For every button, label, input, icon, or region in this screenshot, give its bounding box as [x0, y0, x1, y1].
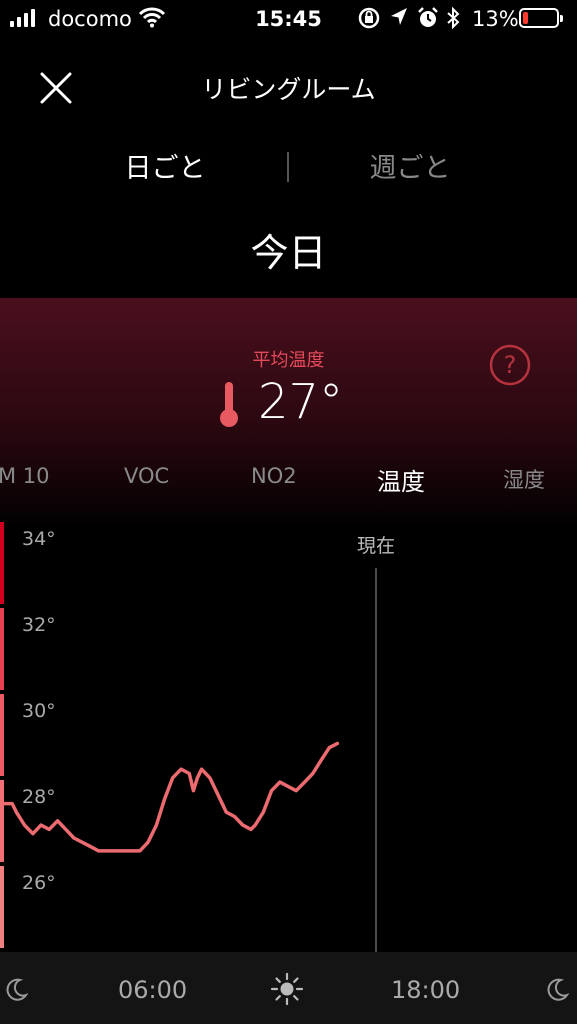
tab-temperature[interactable]: 温度 — [377, 462, 425, 497]
time-label-morning: 06:00 — [118, 976, 188, 1004]
y-axis-band — [0, 608, 4, 690]
y-tick-label: 34° — [22, 528, 56, 550]
moon-icon — [547, 978, 569, 1001]
y-tick-label: 32° — [22, 614, 56, 636]
bluetooth-icon — [447, 6, 460, 30]
y-axis-band — [0, 522, 4, 604]
battery-percent: 13% — [472, 7, 519, 31]
y-axis-band — [0, 780, 4, 862]
tab-voc[interactable]: VOC — [124, 464, 169, 488]
sun-icon — [270, 972, 304, 1006]
y-tick-label: 28° — [22, 786, 56, 808]
help-icon[interactable]: ? — [489, 344, 531, 386]
page-title: リビングルーム — [201, 75, 376, 104]
segment-divider — [287, 152, 289, 182]
y-tick-label: 26° — [22, 872, 56, 894]
tab-daily[interactable]: 日ごと — [60, 146, 270, 185]
tab-humidity[interactable]: 湿度 — [503, 464, 545, 494]
thermometer-icon — [220, 382, 238, 427]
svg-text:?: ? — [504, 351, 517, 379]
rotation-lock-icon — [358, 7, 380, 29]
alarm-icon — [418, 7, 438, 27]
location-icon — [391, 8, 407, 25]
average-value: 27° — [258, 374, 344, 430]
status-bar: docomo 15:45 13% — [0, 0, 577, 40]
now-label: 現在 — [357, 535, 395, 557]
time-label-evening: 18:00 — [391, 976, 461, 1004]
moon-icon — [6, 978, 28, 1001]
metric-tabs: M 10 VOC NO2 温度 湿度 — [0, 462, 577, 497]
temperature-chart: 34° 32° 30° 28° 26° 現在 — [0, 522, 395, 952]
tab-weekly[interactable]: 週ごと — [305, 146, 515, 185]
period-label: 今日 — [250, 231, 327, 275]
tab-no2[interactable]: NO2 — [251, 464, 297, 488]
battery-icon — [519, 8, 563, 28]
y-axis-band — [0, 694, 4, 776]
y-tick-label: 30° — [22, 700, 56, 722]
tab-pm10[interactable]: M 10 — [0, 464, 50, 488]
y-axis-band — [0, 866, 4, 948]
